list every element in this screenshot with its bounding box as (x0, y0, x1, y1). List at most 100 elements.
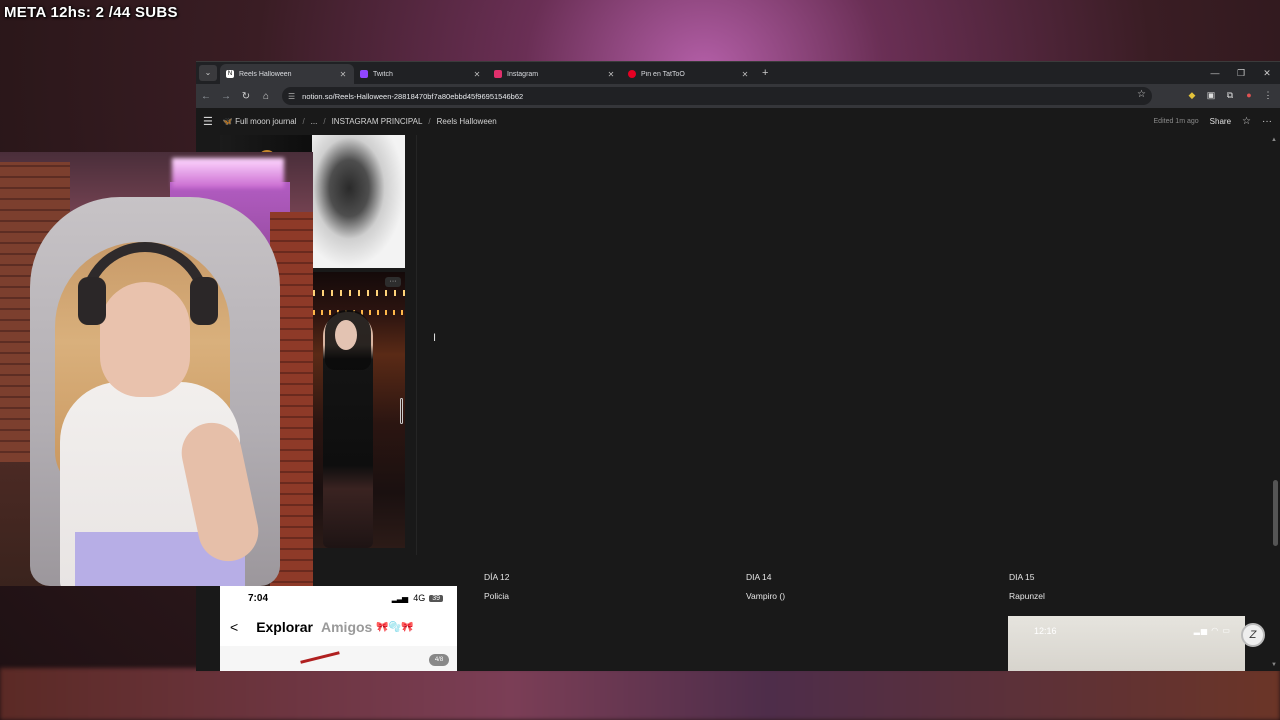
minimize-icon[interactable]: — (1202, 62, 1228, 84)
day-subtitle[interactable]: Vampiro () (746, 591, 785, 601)
tab-pinterest[interactable]: Pin en TatToO ✕ (622, 64, 756, 84)
share-button[interactable]: Share (1210, 117, 1231, 126)
stream-goal-text: META 12hs: 2 /44 SUBS (4, 4, 178, 21)
topbar-actions: Edited 1m ago Share ☆ ··· (1154, 108, 1272, 135)
close-tab-icon[interactable]: ✕ (606, 70, 616, 79)
back-chevron-icon: < (230, 619, 239, 635)
address-bar: ← → ↻ ⌂ ☰ notion.so/Reels-Halloween-2881… (196, 84, 1280, 108)
pinterest-icon (628, 70, 636, 78)
url-input[interactable]: ☰ notion.so/Reels-Halloween-28818470bf7a… (282, 87, 1152, 105)
webcam-feed (0, 152, 313, 586)
restore-icon[interactable]: ❐ (1228, 62, 1254, 84)
text-cursor-icon: I (433, 332, 437, 344)
phone-time: 12:16 (1034, 626, 1057, 636)
gallery-image[interactable]: ··· (313, 272, 405, 548)
stream-background: ⌄ N Reels Halloween ✕ Twitch ✕ Instagram… (0, 0, 1280, 720)
close-window-icon[interactable]: ✕ (1254, 62, 1280, 84)
extension-icon[interactable]: ▣ (1205, 88, 1217, 102)
scroll-up-icon[interactable]: ▲ (1271, 137, 1277, 143)
battery-icon: 39 (429, 594, 443, 602)
back-icon[interactable]: ← (196, 91, 216, 102)
breadcrumb-separator: / (428, 117, 431, 126)
extension-icon[interactable]: ◆ (1186, 88, 1198, 102)
phone-header: < Explorar Amigos 🎀🫧🎀 (220, 612, 457, 642)
breadcrumb-ellipsis[interactable]: ... (311, 117, 318, 126)
breadcrumb-label: Full moon journal (235, 117, 297, 126)
close-tab-icon[interactable]: ✕ (740, 70, 750, 79)
signal-icon: ▂▃▅ (391, 593, 409, 603)
day-column: DIA 14 Vampiro () (746, 572, 785, 601)
tab-label: Twitch (373, 70, 393, 78)
profile-avatar-icon[interactable]: ● (1243, 88, 1255, 102)
image-detail (78, 277, 106, 325)
explore-label: Explorar (256, 619, 313, 635)
instagram-icon (494, 70, 502, 78)
card-menu-button[interactable]: ··· (385, 277, 401, 287)
phone-thumbnail: 4/8 (220, 646, 457, 671)
tab-label: Pin en TatToO (641, 70, 685, 78)
image-detail (172, 158, 284, 188)
breadcrumb-instagram-principal[interactable]: INSTAGRAM PRINCIPAL (332, 117, 423, 126)
tab-search-icon[interactable]: ⌄ (199, 65, 217, 81)
scroll-down-icon[interactable]: ▼ (1271, 662, 1277, 668)
new-tab-button[interactable]: + (762, 67, 768, 79)
scrollbar[interactable] (1273, 480, 1278, 546)
image-detail (335, 320, 357, 350)
url-text: notion.so/Reels-Halloween-28818470bf7a80… (302, 91, 524, 101)
network-label: 4G (413, 593, 426, 603)
edited-status: Edited 1m ago (1153, 118, 1199, 125)
puzzle-icon[interactable]: ⧉ (1224, 88, 1236, 102)
breadcrumb-separator: / (323, 117, 326, 126)
reload-icon[interactable]: ↻ (236, 91, 256, 102)
bookmark-star-icon[interactable]: ☆ (1137, 89, 1146, 100)
sticker-icon: Z (1241, 623, 1265, 647)
twitch-icon (360, 70, 368, 78)
friends-label: Amigos (321, 619, 373, 635)
image-detail (312, 135, 405, 268)
site-info-icon[interactable]: ☰ (288, 92, 295, 101)
tab-bar: ⌄ N Reels Halloween ✕ Twitch ✕ Instagram… (196, 62, 1280, 84)
home-icon[interactable]: ⌂ (256, 91, 276, 102)
close-tab-icon[interactable]: ✕ (472, 70, 482, 79)
tab-reels-halloween[interactable]: N Reels Halloween ✕ (220, 64, 354, 84)
more-options-icon[interactable]: ··· (1262, 116, 1272, 127)
background-glow (0, 668, 1280, 720)
phone-status-icons: ▂▅ ◠ ▭ (1193, 626, 1231, 635)
tab-label: Instagram (507, 70, 539, 78)
phone-screenshot[interactable]: 7:04 ▂▃▅ 4G 39 < Explorar Amigos 🎀🫧🎀 4/8 (220, 586, 457, 671)
tab-twitch[interactable]: Twitch ✕ (354, 64, 488, 84)
notion-icon: N (226, 70, 234, 78)
window-controls: — ❐ ✕ (1202, 62, 1280, 84)
breadcrumb-full-moon-journal[interactable]: 🦋 Full moon journal (223, 117, 297, 126)
tab-instagram[interactable]: Instagram ✕ (488, 64, 622, 84)
breadcrumb-reels-halloween[interactable]: Reels Halloween (437, 117, 497, 126)
tab-label: Reels Halloween (239, 70, 292, 78)
column-divider (416, 135, 417, 555)
resize-handle[interactable] (400, 398, 403, 424)
day-title[interactable]: DIA 15 (1009, 572, 1045, 582)
day-column: DÍA 12 Policia (484, 572, 510, 601)
day-subtitle[interactable]: Rapunzel (1009, 591, 1045, 601)
favorite-star-icon[interactable]: ☆ (1242, 116, 1251, 127)
sidebar-menu-icon[interactable]: ☰ (203, 115, 213, 128)
close-tab-icon[interactable]: ✕ (338, 70, 348, 79)
phone-time: 7:04 (248, 592, 269, 604)
breadcrumb-separator: / (302, 117, 305, 126)
phone-status-bar: 7:04 ▂▃▅ 4G 39 (220, 586, 457, 610)
image-detail (300, 651, 340, 664)
notion-topbar: ☰ 🦋 Full moon journal / ... / INSTAGRAM … (196, 108, 1280, 135)
friends-emoji: 🎀🫧🎀 (376, 621, 414, 633)
photo-counter: 4/8 (429, 654, 449, 666)
day-title[interactable]: DÍA 12 (484, 572, 510, 582)
day-subtitle[interactable]: Policia (484, 591, 510, 601)
forward-icon[interactable]: → (216, 91, 236, 102)
day-column: DIA 15 Rapunzel (1009, 572, 1045, 601)
image-detail (313, 290, 405, 296)
browser-menu-icon[interactable]: ⋮ (1262, 88, 1274, 102)
extensions: ◆ ▣ ⧉ ● ⋮ (1186, 88, 1274, 102)
page-content: ··· I ▲ ▼ DÍA 12 Policia DIA 14 Vampiro … (196, 135, 1280, 671)
image-detail (190, 277, 218, 325)
day-title[interactable]: DIA 14 (746, 572, 785, 582)
browser-window: ⌄ N Reels Halloween ✕ Twitch ✕ Instagram… (196, 61, 1280, 671)
phone-screenshot[interactable]: 12:16 ▂▅ ◠ ▭ (1008, 616, 1245, 671)
